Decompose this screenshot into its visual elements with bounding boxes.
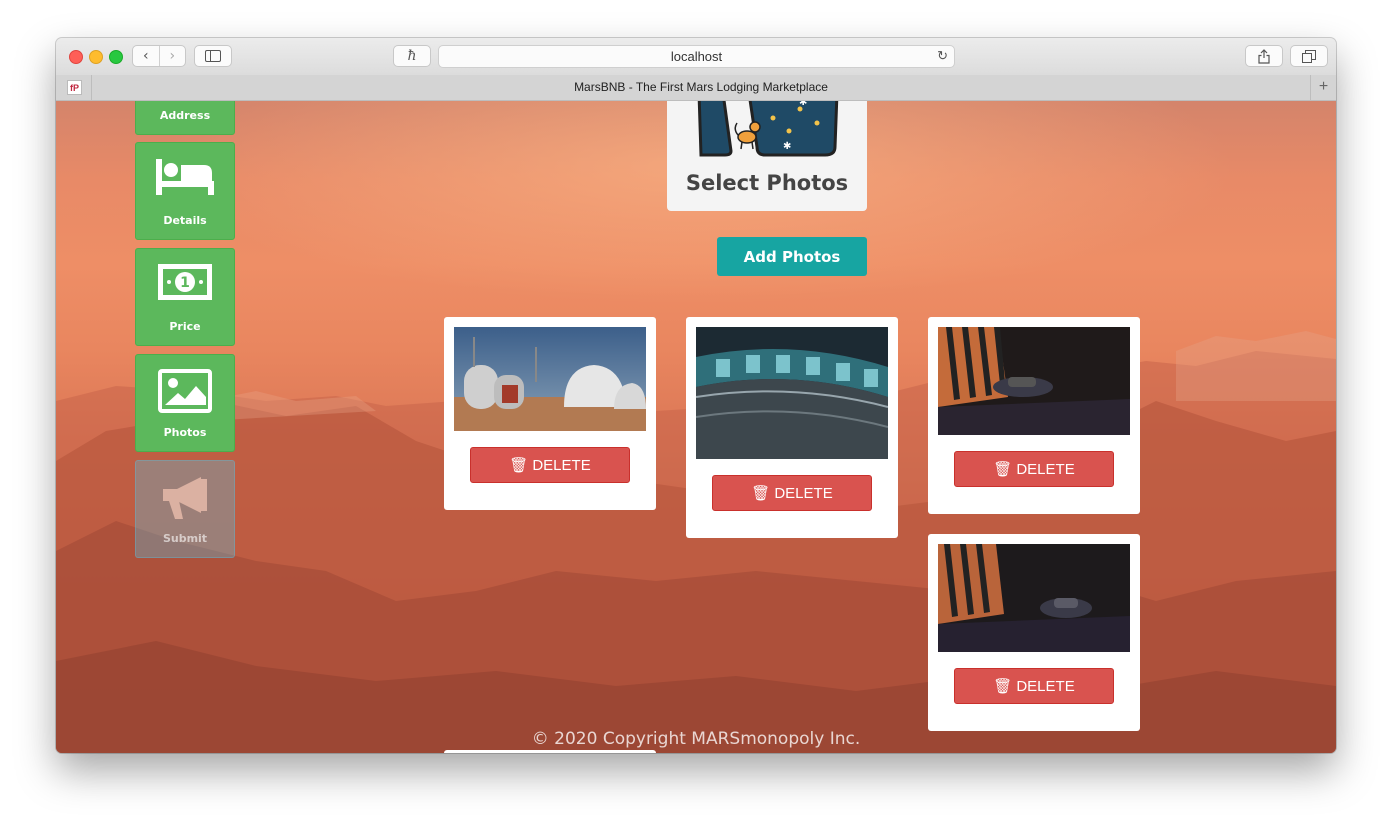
sidebar-icon: [205, 50, 221, 62]
photo-thumbnail-hangar-sunset: [938, 327, 1130, 435]
reload-icon[interactable]: ↻: [937, 48, 948, 64]
delete-photo-button[interactable]: 🗑 DELETE: [712, 475, 872, 511]
address-bar[interactable]: localhost ↻: [438, 45, 955, 68]
photo-card: 🗑 DELETE: [928, 317, 1140, 514]
minimize-window-button[interactable]: [89, 50, 103, 64]
trash-icon: 🗑: [993, 461, 1013, 478]
share-icon: [1258, 48, 1270, 64]
photo-card-partial: [444, 750, 656, 753]
delete-label: DELETE: [1016, 460, 1075, 478]
forward-icon[interactable]: ›: [158, 46, 186, 66]
pinned-tab-favicon[interactable]: fP: [67, 80, 82, 95]
new-tab-icon[interactable]: +: [1310, 75, 1336, 100]
photo-card: 🗑 DELETE: [928, 534, 1140, 731]
delete-label: DELETE: [774, 484, 833, 502]
sidebar-item-label: Submit: [162, 532, 208, 545]
photo-card: 🗑 DELETE: [686, 317, 898, 538]
page-viewport: Address Details 1 Price Photos Submit ✱ …: [56, 101, 1336, 753]
sidebar-item-label: Photos: [163, 426, 207, 439]
tabs-overview-icon: [1302, 49, 1316, 63]
svg-text:1: 1: [180, 275, 190, 291]
svg-text:✱: ✱: [783, 141, 791, 152]
sidebar-item-photos[interactable]: Photos: [135, 354, 235, 452]
hive-extension-button[interactable]: ħ: [393, 45, 431, 67]
delete-label: DELETE: [1016, 677, 1075, 695]
browser-window: ‹ › ħ localhost ↻ fP MarsBNB - The First…: [56, 38, 1336, 753]
hive-extension-icon: ħ: [407, 48, 417, 64]
photo-thumbnail-hangar-dusk: [938, 544, 1130, 652]
sidebar-item-price[interactable]: 1 Price: [135, 248, 235, 346]
zoom-window-button[interactable]: [109, 50, 123, 64]
trash-icon: 🗑: [509, 457, 529, 474]
sidebar-item-address[interactable]: Address: [135, 101, 235, 135]
close-window-button[interactable]: [69, 50, 83, 64]
folder-illustration-icon: ✱ ✱: [697, 101, 839, 157]
tabs-overview-button[interactable]: [1290, 45, 1328, 67]
share-button[interactable]: [1245, 45, 1283, 67]
photo-thumbnail-habitat: [454, 327, 646, 431]
image-icon: [158, 369, 212, 413]
bed-icon: [156, 159, 214, 195]
trash-icon: 🗑: [751, 485, 771, 502]
trash-icon: 🗑: [993, 678, 1013, 695]
sidebar-item-submit[interactable]: Submit: [135, 460, 235, 558]
select-photos-label: Select Photos: [685, 171, 849, 195]
banknote-icon: 1: [158, 264, 212, 300]
photo-thumbnail-corridor: [696, 327, 888, 459]
sidebar-item-label: Details: [163, 214, 207, 227]
sidebar-toggle-button[interactable]: [194, 45, 232, 67]
active-tab-title[interactable]: MarsBNB - The First Mars Lodging Marketp…: [92, 75, 1310, 100]
megaphone-icon: [163, 477, 207, 519]
photo-card: 🗑 DELETE: [444, 317, 656, 510]
delete-photo-button[interactable]: 🗑 DELETE: [954, 668, 1114, 704]
url-text: localhost: [670, 49, 723, 64]
delete-photo-button[interactable]: 🗑 DELETE: [954, 451, 1114, 487]
browser-toolbar: ‹ › ħ localhost ↻: [56, 38, 1336, 76]
svg-text:✱: ✱: [799, 101, 807, 108]
history-nav: ‹ ›: [132, 45, 186, 67]
tab-bar: fP MarsBNB - The First Mars Lodging Mark…: [56, 75, 1336, 101]
select-photos-dropzone[interactable]: ✱ ✱ Select Photos: [667, 101, 867, 211]
sidebar-item-details[interactable]: Details: [135, 142, 235, 240]
add-photos-button[interactable]: Add Photos: [717, 237, 867, 276]
sidebar-item-label: Address: [159, 109, 211, 122]
back-icon[interactable]: ‹: [133, 46, 159, 66]
footer-copyright: © 2020 Copyright MARSmonopoly Inc.: [531, 729, 861, 749]
delete-photo-button[interactable]: 🗑 DELETE: [470, 447, 630, 483]
delete-label: DELETE: [532, 456, 591, 474]
sidebar-item-label: Price: [169, 320, 201, 333]
